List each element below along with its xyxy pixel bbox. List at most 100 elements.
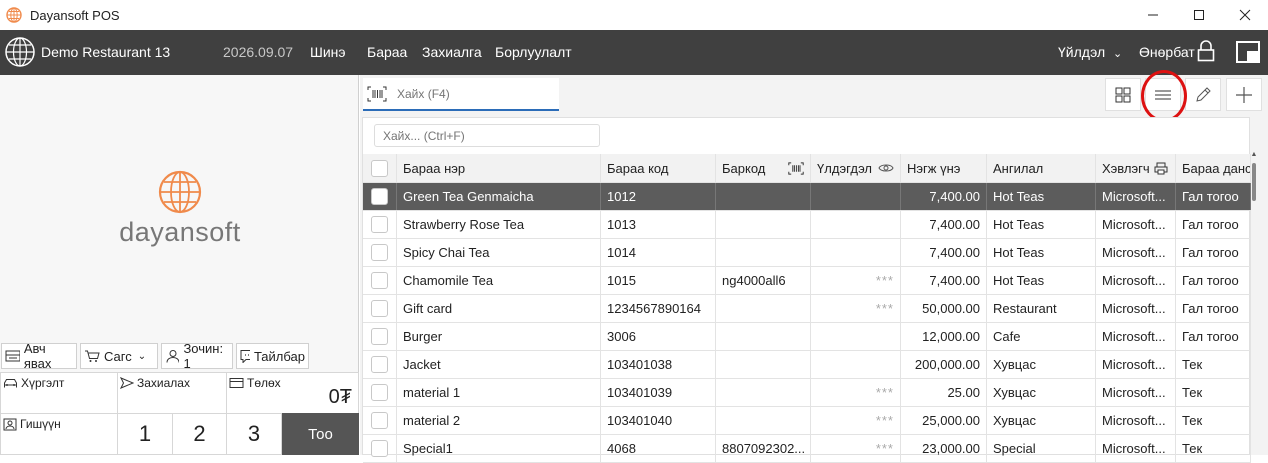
cell-category: Хувцас (987, 379, 1096, 406)
select-all-checkbox[interactable] (371, 159, 388, 177)
row-checkbox[interactable] (371, 272, 388, 289)
table-row[interactable]: Special1 4068 8807092302... *** 23,000.00 Spe… (363, 435, 1251, 463)
pencil-icon (1196, 86, 1211, 102)
row-checkbox[interactable] (371, 356, 388, 373)
cell-category: Hot Teas (987, 183, 1096, 210)
row-select-cell (363, 183, 397, 210)
numpad-key-3[interactable]: 3 (226, 413, 282, 455)
order-summary-grid: Хүргэлт Захиалах Төлөх 0₮ Гишүүн 1 2 3 Т… (0, 372, 359, 455)
plus-icon (1236, 86, 1252, 103)
row-checkbox[interactable] (371, 412, 388, 429)
col-stock[interactable]: Үлдэгдэл (811, 154, 901, 182)
table-row[interactable]: Spicy Chai Tea 1014 7,400.00 Hot Teas Micros… (363, 239, 1251, 267)
cell-name: Chamomile Tea (397, 267, 601, 294)
cell-price: 25,000.00 (901, 407, 987, 434)
table-row[interactable]: material 1 103401039 *** 25.00 Хувцас Microso… (363, 379, 1251, 407)
nav-new[interactable]: Шинэ (310, 44, 346, 60)
cell-barcode (716, 239, 811, 266)
product-search[interactable] (363, 78, 559, 111)
row-checkbox[interactable] (371, 440, 388, 457)
lock-icon[interactable] (1197, 40, 1215, 62)
table-filter[interactable] (374, 124, 600, 147)
cell-code: 3006 (601, 323, 716, 350)
maximize-button[interactable] (1176, 0, 1222, 30)
note-button[interactable]: Тайлбар (236, 343, 309, 369)
table-scrollbar[interactable]: ▲ (1250, 151, 1258, 455)
cell-stock (811, 323, 901, 350)
numpad-key-2[interactable]: 2 (172, 413, 227, 455)
col-category[interactable]: Ангилал (987, 154, 1096, 182)
row-checkbox[interactable] (371, 216, 388, 233)
close-button[interactable] (1222, 0, 1268, 30)
layout-toggle-icon[interactable] (1236, 41, 1260, 63)
cell-name: material 2 (397, 407, 601, 434)
col-code[interactable]: Бараа код (601, 154, 716, 182)
table-row[interactable]: Burger 3006 12,000.00 Cafe Microsoft... Гал т… (363, 323, 1251, 351)
table-filter-input[interactable] (383, 128, 583, 143)
cell-account: Тек (1176, 351, 1251, 378)
cell-name: Burger (397, 323, 601, 350)
product-table-panel: Бараа нэр Бараа код Баркод Үлдэгдэл Нэгж… (362, 117, 1251, 463)
product-search-input[interactable] (397, 86, 547, 101)
table-row[interactable]: material 2 103401040 *** 25,000.00 Хувцас Mic… (363, 407, 1251, 435)
nav-products[interactable]: Бараа (367, 44, 407, 60)
user-name[interactable]: Өнөрбат (1139, 44, 1195, 60)
cell-account: Гал тогоо (1176, 183, 1251, 210)
table-row[interactable]: Chamomile Tea 1015 ng4000all6 *** 7,400.00 Ho… (363, 267, 1251, 295)
row-select-cell (363, 379, 397, 406)
cell-barcode: 8807092302... (716, 435, 811, 462)
cell-category: Cafe (987, 323, 1096, 350)
row-select-cell (363, 323, 397, 350)
cell-account: Гал тогоо (1176, 295, 1251, 322)
dayansoft-globe-icon (158, 170, 202, 214)
scroll-up-icon[interactable]: ▲ (1250, 151, 1258, 158)
takeaway-button[interactable]: Авч явах (1, 341, 77, 371)
place-order-button[interactable]: Захиалах (117, 372, 227, 414)
cell-category: Hot Teas (987, 211, 1096, 238)
col-printer[interactable]: Хэвлэгч (1096, 154, 1176, 182)
cart-button[interactable]: Сагс ⌄ (80, 343, 158, 369)
table-row[interactable]: Green Tea Genmaicha 1012 7,400.00 Hot Teas M… (363, 183, 1251, 211)
cell-name: material 1 (397, 379, 601, 406)
cell-code: 1013 (601, 211, 716, 238)
table-row[interactable]: Strawberry Rose Tea 1013 7,400.00 Hot Teas M… (363, 211, 1251, 239)
car-icon (4, 379, 17, 388)
col-price[interactable]: Нэгж үнэ (901, 154, 987, 182)
cell-name: Special1 (397, 435, 601, 462)
product-panel: Бараа нэр Бараа код Баркод Үлдэгдэл Нэгж… (360, 70, 1268, 463)
nav-orders[interactable]: Захиалга (422, 44, 482, 60)
row-checkbox[interactable] (371, 384, 388, 401)
cell-barcode (716, 183, 811, 210)
cell-printer: Microsoft... (1096, 379, 1176, 406)
guest-count-button[interactable]: Зочин: 1 (161, 341, 233, 371)
row-checkbox[interactable] (371, 328, 388, 345)
row-checkbox[interactable] (371, 300, 388, 317)
col-name[interactable]: Бараа нэр (397, 154, 601, 182)
restaurant-name[interactable]: Demo Restaurant 13 (41, 44, 170, 60)
brand-logo: dayansoft (100, 170, 260, 250)
table-row[interactable]: Gift card 1234567890164 *** 50,000.00 Restau… (363, 295, 1251, 323)
minimize-button[interactable] (1130, 0, 1176, 30)
scroll-thumb[interactable] (1252, 163, 1256, 201)
grid-view-button[interactable] (1105, 78, 1141, 111)
cell-account: Тек (1176, 407, 1251, 434)
col-account[interactable]: Бараа данс (1176, 154, 1251, 182)
edit-button[interactable] (1185, 78, 1221, 111)
row-select-cell (363, 295, 397, 322)
quantity-button[interactable]: Тоо (282, 413, 359, 455)
cell-stock: *** (811, 435, 901, 462)
row-select-cell (363, 407, 397, 434)
actions-menu[interactable]: Үйлдэл ⌄ (1058, 44, 1122, 60)
row-checkbox[interactable] (371, 188, 388, 205)
delivery-button[interactable]: Хүргэлт (0, 372, 118, 414)
table-row[interactable]: Jacket 103401038 200,000.00 Хувцас Microsoft… (363, 351, 1251, 379)
cart-icon (85, 350, 100, 362)
numpad-key-1[interactable]: 1 (117, 413, 173, 455)
member-button[interactable]: Гишүүн (0, 413, 118, 455)
payment-button[interactable]: Төлөх 0₮ (226, 372, 359, 414)
col-barcode[interactable]: Баркод (716, 154, 811, 182)
add-button[interactable] (1226, 78, 1262, 111)
nav-sales[interactable]: Борлуулалт (495, 44, 572, 60)
cell-price: 50,000.00 (901, 295, 987, 322)
row-checkbox[interactable] (371, 244, 388, 261)
